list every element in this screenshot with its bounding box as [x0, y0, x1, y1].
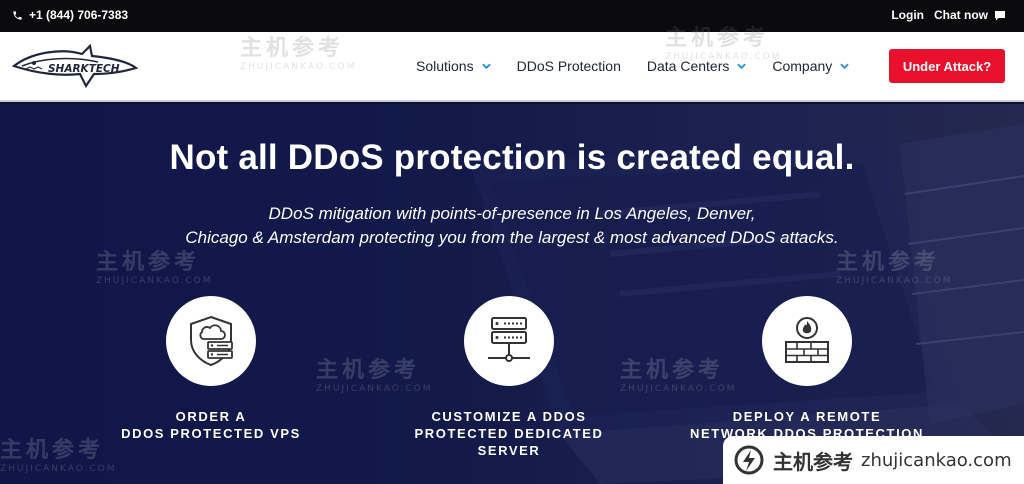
watermark-cn-text: 主机参考	[773, 449, 853, 474]
firewall-icon	[785, 317, 829, 363]
hero-subheadline-line-1: DDoS mitigation with points-of-presence …	[268, 204, 756, 223]
main-navbar: SHARKTECH Solutions DDoS Protection Data…	[0, 26, 1024, 102]
watermark-faint: 主机参考ZHUJICANKAO.COM	[240, 36, 357, 72]
under-attack-button[interactable]: Under Attack?	[889, 49, 1005, 83]
top-bar: +1 (844) 706-7383 Login Chat now	[0, 0, 1024, 32]
nav-item-label: Data Centers	[646, 58, 730, 74]
logo-text: SHARKTECH	[48, 63, 120, 75]
feature-icon-circle	[166, 296, 256, 386]
chevron-down-icon	[737, 63, 747, 69]
phone-number: +1 (844) 706-7383	[29, 8, 129, 22]
server-rack-icon	[488, 317, 530, 362]
sharktech-logo[interactable]: SHARKTECH	[12, 42, 138, 90]
nav-item-label: Company	[772, 58, 833, 74]
nav-item-label: Solutions	[416, 58, 474, 74]
watermark-logo-icon	[734, 445, 764, 475]
watermark-url-text: zhujicankao.com	[861, 449, 1012, 471]
feature-label: ORDER A DDOS PROTECTED VPS	[121, 409, 301, 441]
hero-subheadline-line-2: Chicago & Amsterdam protecting you from …	[185, 228, 839, 247]
phone-icon	[13, 10, 22, 20]
chat-now-link[interactable]: Chat now	[934, 8, 1006, 22]
hero-section: Not all DDoS protection is created equal…	[0, 104, 1024, 484]
nav-menu: Solutions DDoS Protection Data Centers C…	[416, 58, 875, 74]
hero-headline: Not all DDoS protection is created equal…	[169, 138, 855, 177]
watermark-badge: 主机参考 zhujicankao.com	[723, 436, 1024, 484]
nav-item-data-centers[interactable]: Data Centers	[646, 58, 747, 74]
nav-item-solutions[interactable]: Solutions	[416, 58, 491, 74]
feature-icon-circle	[762, 296, 852, 386]
nav-item-label: DDoS Protection	[516, 58, 621, 74]
feature-label: CUSTOMIZE A DDOS PROTECTED DEDICATED SER…	[414, 409, 604, 458]
login-link[interactable]: Login	[891, 8, 924, 22]
chat-bubble-icon	[995, 10, 1005, 20]
chat-now-label: Chat now	[934, 8, 988, 22]
feature-icon-circle	[464, 296, 554, 386]
chevron-down-icon	[840, 63, 850, 69]
nav-item-ddos-protection[interactable]: DDoS Protection	[517, 58, 621, 74]
phone-link[interactable]: +1 (844) 706-7383	[12, 8, 128, 22]
chevron-down-icon	[481, 63, 491, 69]
nav-item-company[interactable]: Company	[772, 58, 850, 74]
cloud-shield-server-icon	[190, 315, 233, 367]
